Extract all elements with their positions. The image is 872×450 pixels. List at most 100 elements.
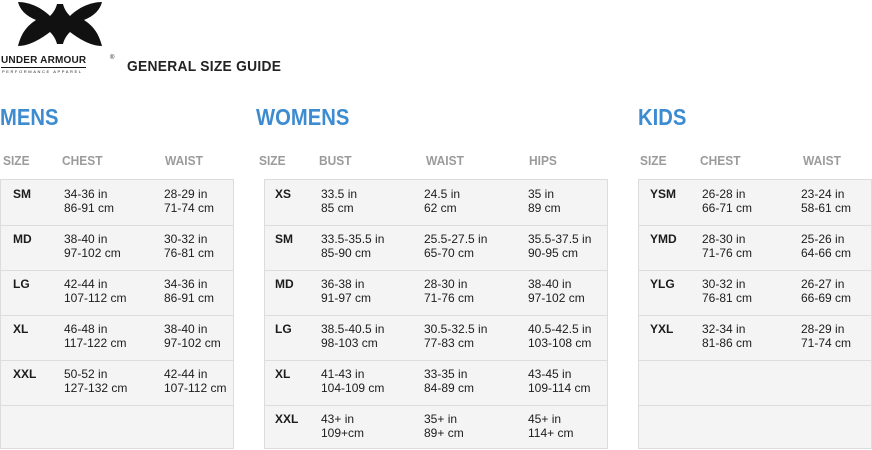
measurement-inches: 33.5 in <box>321 187 358 201</box>
size-label: XS <box>275 187 292 201</box>
measurement-cm: 117-122 cm <box>64 336 127 350</box>
table-row: LG 42-44 in 107-112 cm 34-36 in 86-91 cm <box>1 270 233 316</box>
under-armour-logo <box>18 2 102 46</box>
size-label: MD <box>13 232 32 246</box>
measurement-inches: 34-36 in <box>64 187 108 201</box>
measurement-inches: 35.5-37.5 in <box>528 232 592 246</box>
measurement-inches: 25-26 in <box>801 232 845 246</box>
measurement-cell: 38.5-40.5 in 98-103 cm <box>321 322 384 350</box>
measurement-inches: 34-36 in <box>164 277 208 291</box>
measurement-cell: 43+ in 109+cm <box>321 412 364 440</box>
measurement-cell: 33.5-35.5 in 85-90 cm <box>321 232 384 260</box>
brand-tagline: PERFORMANCE APPAREL <box>2 69 83 74</box>
measurement-inches: 23-24 in <box>801 187 845 201</box>
measurement-cm: 127-132 cm <box>64 381 128 395</box>
measurement-cm: 86-91 cm <box>64 201 115 215</box>
measurement-inches: 35 in <box>528 187 555 201</box>
measurement-inches: 43+ in <box>321 412 355 426</box>
size-label: MD <box>275 277 294 291</box>
measurement-inches: 46-48 in <box>64 322 108 336</box>
measurement-cell: 34-36 in 86-91 cm <box>164 277 214 305</box>
measurement-inches: 30.5-32.5 in <box>424 322 488 336</box>
size-label: SM <box>275 232 293 246</box>
measurement-inches: 26-28 in <box>702 187 746 201</box>
measurement-cm: 71-74 cm <box>801 336 852 350</box>
table-row: LG 38.5-40.5 in 98-103 cm 30.5-32.5 in 77-83… <box>265 315 607 361</box>
table-row: XL 41-43 in 104-109 cm 33-35 in 84-89 cm 43-4… <box>265 360 607 406</box>
measurement-inches: 36-38 in <box>321 277 365 291</box>
measurement-cell: 38-40 in 97-102 cm <box>528 277 585 305</box>
measurement-cm: 71-74 cm <box>164 201 215 215</box>
measurement-cm: 103-108 cm <box>528 336 592 350</box>
measurement-cm: 98-103 cm <box>321 336 378 350</box>
measurement-inches: 45+ in <box>528 412 562 426</box>
measurement-cm: 66-69 cm <box>801 291 852 305</box>
measurement-cm: 71-76 cm <box>702 246 753 260</box>
mens-size-table: SM 34-36 in 86-91 cm 28-29 in 71-74 cm MD 38-4… <box>0 179 234 449</box>
measurement-cm: 77-83 cm <box>424 336 475 350</box>
measurement-cm: 76-81 cm <box>164 246 215 260</box>
section-title-kids: KIDS <box>638 104 687 130</box>
measurement-cell: 25-26 in 64-66 cm <box>801 232 851 260</box>
measurement-cell: 33.5 in 85 cm <box>321 187 357 215</box>
table-row: XXL 50-52 in 127-132 cm 42-44 in 107-112 cm <box>1 360 233 406</box>
measurement-inches: 25.5-27.5 in <box>424 232 488 246</box>
measurement-cell: 42-44 in 107-112 cm <box>64 277 126 305</box>
measurement-cell: 28-29 in 71-74 cm <box>164 187 214 215</box>
table-row: SM 34-36 in 86-91 cm 28-29 in 71-74 cm <box>1 180 233 226</box>
measurement-inches: 28-29 in <box>164 187 208 201</box>
size-label: SM <box>13 187 31 201</box>
page-title: GENERAL SIZE GUIDE <box>127 58 282 75</box>
measurement-cell: 38-40 in 97-102 cm <box>64 232 121 260</box>
column-header-hips: HIPS <box>529 153 557 168</box>
measurement-cm: 97-102 cm <box>64 246 121 260</box>
measurement-cm: 109-114 cm <box>528 381 591 395</box>
measurement-cell: 41-43 in 104-109 cm <box>321 367 384 395</box>
measurement-cm: 97-102 cm <box>528 291 585 305</box>
measurement-cell: 42-44 in 107-112 cm <box>164 367 226 395</box>
table-row: YSM 26-28 in 66-71 cm 23-24 in 58-61 cm <box>639 180 871 226</box>
table-row <box>639 405 871 450</box>
measurement-cell: 50-52 in 127-132 cm <box>64 367 127 395</box>
measurement-inches: 41-43 in <box>321 367 365 381</box>
measurement-cm: 64-66 cm <box>801 246 852 260</box>
measurement-cell: 28-30 in 71-76 cm <box>702 232 752 260</box>
measurement-inches: 33.5-35.5 in <box>321 232 385 246</box>
measurement-cm: 107-112 cm <box>64 291 127 305</box>
measurement-inches: 42-44 in <box>164 367 208 381</box>
size-label: YSM <box>650 187 677 201</box>
measurement-cell: 36-38 in 91-97 cm <box>321 277 371 305</box>
measurement-cell: 30.5-32.5 in 77-83 cm <box>424 322 487 350</box>
measurement-cm: 62 cm <box>424 201 457 215</box>
size-label: LG <box>13 277 30 291</box>
measurement-cm: 114+ cm <box>528 426 574 440</box>
womens-size-table: XS 33.5 in 85 cm 24.5 in 62 cm 35 in 89 cm SM 33… <box>264 179 608 449</box>
column-header-waist: WAIST <box>165 153 203 168</box>
column-header-bust: BUST <box>319 153 352 168</box>
measurement-cell: 23-24 in 58-61 cm <box>801 187 851 215</box>
measurement-inches: 42-44 in <box>64 277 108 291</box>
measurement-cm: 104-109 cm <box>321 381 385 395</box>
measurement-cm: 76-81 cm <box>702 291 753 305</box>
measurement-inches: 35+ in <box>424 412 458 426</box>
measurement-inches: 50-52 in <box>64 367 108 381</box>
measurement-cell: 34-36 in 86-91 cm <box>64 187 114 215</box>
column-header-size: SIZE <box>259 153 286 168</box>
measurement-inches: 43-45 in <box>528 367 572 381</box>
measurement-cell: 24.5 in 62 cm <box>424 187 460 215</box>
measurement-cell: 30-32 in 76-81 cm <box>164 232 214 260</box>
measurement-cm: 85-90 cm <box>321 246 372 260</box>
size-label: YMD <box>650 232 677 246</box>
measurement-cm: 85 cm <box>321 201 354 215</box>
measurement-inches: 33-35 in <box>424 367 468 381</box>
size-label: YLG <box>650 277 675 291</box>
measurement-inches: 26-27 in <box>801 277 845 291</box>
measurement-inches: 28-29 in <box>801 322 845 336</box>
brand-name: UNDER ARMOUR <box>1 55 87 68</box>
measurement-cm: 65-70 cm <box>424 246 475 260</box>
measurement-cell: 35+ in 89+ cm <box>424 412 464 440</box>
measurement-cell: 35.5-37.5 in 90-95 cm <box>528 232 591 260</box>
table-row: YLG 30-32 in 76-81 cm 26-27 in 66-69 cm <box>639 270 871 316</box>
measurement-cell: 28-30 in 71-76 cm <box>424 277 474 305</box>
section-title-womens: WOMENS <box>256 104 350 130</box>
